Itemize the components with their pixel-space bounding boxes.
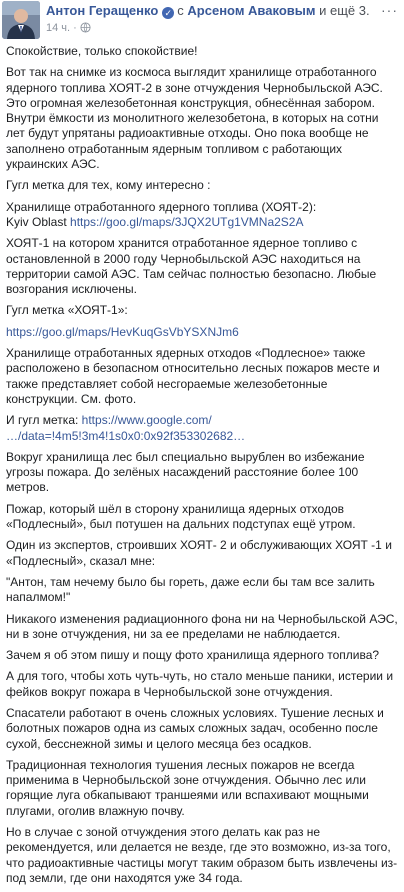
paragraph: Один из экспертов, строивших ХОЯТ- 2 и о… xyxy=(6,538,392,568)
map-link[interactable]: https://www.google.com/ xyxy=(82,413,212,427)
more-options-button[interactable]: ··· xyxy=(381,3,398,17)
post-meta: 14 ч. · xyxy=(46,22,91,35)
post-body: Спокойствие, только спокойствие! Вот так… xyxy=(6,44,398,892)
map-link-continued[interactable]: …/data=!4m5!3m4!1s0x0:0x92f353302682… xyxy=(6,429,245,443)
paragraph: Никакого изменения радиационного фона ни… xyxy=(6,611,398,641)
paragraph: "Антон, там нечему было бы гореть, даже … xyxy=(6,574,375,605)
avatar[interactable] xyxy=(2,1,40,39)
paragraph: Хранилище отработанного ядерного топлива… xyxy=(6,200,398,231)
map-link[interactable]: https://goo.gl/maps/HevKuqGsVbYSXNJm6 xyxy=(6,325,239,339)
map-link[interactable]: https://goo.gl/maps/3JQX2UTg1VMNa2S2A xyxy=(70,215,303,229)
paragraph: Вот так на снимке из космоса выглядит хр… xyxy=(6,65,383,172)
verified-badge-icon: ✓ xyxy=(162,7,175,19)
paragraph: Спасатели работают в очень сложных услов… xyxy=(6,705,384,751)
avatar-photo-icon xyxy=(2,1,40,39)
location-label: Kyiv Oblast xyxy=(6,214,67,229)
paragraph: И гугл метка: https://www.google.com/ …/… xyxy=(6,413,398,444)
paragraph-text: И гугл метка: xyxy=(6,413,79,428)
paragraph: Хранилище отработанных ядерных отходов «… xyxy=(6,346,380,406)
paragraph: Спокойствие, только спокойствие! xyxy=(6,44,198,58)
tagged-others-link[interactable]: и ещё 3. xyxy=(319,3,369,18)
paragraph: Традиционная технология тушения лесных п… xyxy=(6,757,369,818)
paragraph: Но в случае с зоной отчуждения этого дел… xyxy=(6,825,398,885)
facebook-post: Антон Геращенко ✓ с Арсеном Аваковым и ещё… xyxy=(0,0,404,885)
paragraph: Гугл метка «ХОЯТ-1»: xyxy=(6,303,128,318)
paragraph: А для того, чтобы хоть чуть-чуть, но ста… xyxy=(6,669,394,699)
paragraph: https://goo.gl/maps/HevKuqGsVbYSXNJm6 xyxy=(6,325,398,340)
paragraph: ХОЯТ-1 на котором хранится отработанное … xyxy=(6,236,377,297)
post-header: Антон Геращенко ✓ с Арсеном Аваковым и ещё… xyxy=(0,0,404,42)
paragraph: Зачем я об этом пишу и пощу фото хранили… xyxy=(6,648,380,663)
paragraph-text: Хранилище отработанного ядерного топлива… xyxy=(6,199,317,214)
paragraph: Вокруг хранилища лес был специально выру… xyxy=(6,449,365,495)
tagged-person-link[interactable]: Арсеном Аваковым xyxy=(187,3,315,18)
globe-icon xyxy=(80,22,91,33)
author-line: Антон Геращенко ✓ с Арсеном Аваковым и ещё… xyxy=(46,3,370,19)
author-name-link[interactable]: Антон Геращенко xyxy=(46,3,158,18)
with-prefix: с xyxy=(177,3,184,18)
post-timestamp[interactable]: 14 ч. xyxy=(46,22,70,34)
paragraph: Гугл метка для тех, кому интересно : xyxy=(6,178,211,193)
paragraph: Пожар, который шёл в сторону хранилища я… xyxy=(6,501,356,532)
